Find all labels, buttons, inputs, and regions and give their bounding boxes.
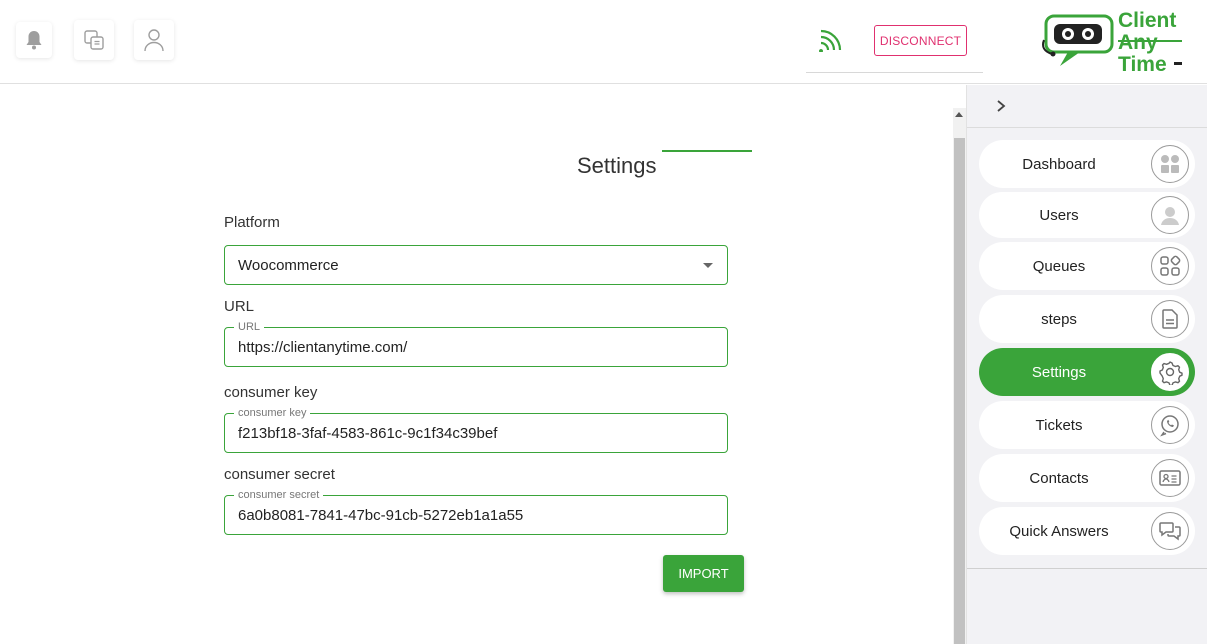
user-icon	[1161, 207, 1179, 225]
bell-icon	[26, 31, 42, 50]
phone-icon	[1160, 415, 1179, 437]
sidebar-item-label: Users	[1039, 206, 1079, 224]
sidebar-toggle[interactable]	[967, 85, 1207, 128]
sidebar-item-label: Quick Answers	[1009, 522, 1109, 540]
chevron-right-icon	[997, 100, 1006, 112]
sidebar: Dashboard Users Queues steps Settings Ti…	[966, 85, 1207, 644]
connection-signal-icon	[819, 29, 842, 52]
sidebar-item-tickets[interactable]: Tickets	[979, 401, 1195, 449]
consumer-key-legend: consumer key	[234, 407, 311, 419]
top-header: DISCONNECT Client Any Time	[0, 0, 1207, 84]
sidebar-item-contacts[interactable]: Contacts	[979, 454, 1195, 502]
dashboard-icon	[1161, 155, 1179, 173]
sidebar-item-quick-answers[interactable]: Quick Answers	[979, 507, 1195, 555]
title-accent-line	[662, 150, 752, 152]
sidebar-item-label: Queues	[1032, 257, 1086, 275]
import-button[interactable]: IMPORT	[663, 555, 744, 592]
sidebar-item-dashboard[interactable]: Dashboard	[979, 140, 1195, 188]
document-icon	[1162, 309, 1178, 329]
sidebar-item-label: Tickets	[1035, 416, 1083, 434]
user-icon	[144, 29, 164, 52]
dropdown-caret-icon	[703, 263, 713, 268]
scroll-thumb[interactable]	[954, 138, 965, 644]
logo-text: Client Any Time	[1118, 9, 1177, 76]
copy-icon	[84, 30, 104, 50]
gear-icon	[1159, 361, 1183, 385]
platform-select[interactable]: Woocommerce	[224, 245, 728, 285]
consumer-key-label: consumer key	[224, 384, 318, 401]
consumer-secret-legend: consumer secret	[234, 489, 324, 501]
sessions-button[interactable]	[74, 20, 114, 60]
url-legend: URL	[234, 321, 265, 333]
consumer-secret-label: consumer secret	[224, 466, 335, 483]
sidebar-item-label: Dashboard	[1022, 155, 1096, 173]
url-value: https://clientanytime.com/	[238, 339, 408, 356]
contact-card-icon	[1159, 470, 1181, 486]
sidebar-item-queues[interactable]: Queues	[979, 242, 1195, 290]
sidebar-item-label: Settings	[1031, 363, 1087, 381]
sidebar-item-label: steps	[1041, 310, 1077, 328]
consumer-secret-value: 6a0b8081-7841-47bc-91cb-5272eb1a1a55	[238, 507, 524, 524]
sidebar-divider	[967, 568, 1207, 569]
scroll-up-arrow-icon[interactable]	[955, 112, 963, 117]
connection-divider	[806, 72, 983, 73]
sidebar-item-steps[interactable]: steps	[979, 295, 1195, 343]
notifications-button[interactable]	[16, 22, 52, 58]
page-title: Settings	[577, 153, 657, 178]
profile-button[interactable]	[134, 20, 174, 60]
chat-icon	[1159, 522, 1181, 541]
sidebar-item-users[interactable]: Users	[979, 192, 1195, 238]
sidebar-item-label: Contacts	[1029, 469, 1089, 487]
consumer-secret-input[interactable]: consumer secret 6a0b8081-7841-47bc-91cb-…	[224, 489, 728, 535]
url-input[interactable]: URL https://clientanytime.com/	[224, 321, 728, 367]
main-scrollbar[interactable]	[953, 108, 966, 644]
queues-icon	[1160, 255, 1181, 276]
settings-panel: Settings Platform Woocommerce URL URL ht…	[0, 85, 953, 644]
consumer-key-value: f213bf18-3faf-4583-861c-9c1f34c39bef	[238, 425, 498, 442]
platform-label: Platform	[224, 214, 280, 231]
disconnect-button[interactable]: DISCONNECT	[874, 25, 967, 56]
sidebar-item-settings[interactable]: Settings	[979, 348, 1195, 396]
platform-value: Woocommerce	[238, 257, 339, 274]
consumer-key-input[interactable]: consumer key f213bf18-3faf-4583-861c-9c1…	[224, 407, 728, 453]
url-label: URL	[224, 298, 255, 315]
